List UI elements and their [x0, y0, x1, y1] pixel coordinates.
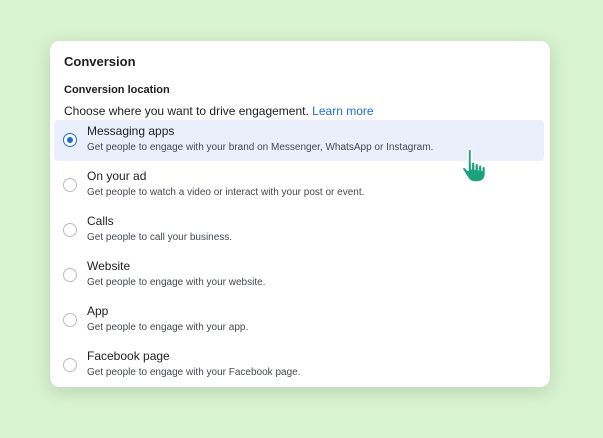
- panel-title: Conversion: [64, 54, 136, 69]
- option-title: App: [87, 304, 109, 318]
- option-description: Get people to engage with your Facebook …: [87, 367, 301, 378]
- hand-pointer-icon: [461, 148, 487, 183]
- radio-facebook-page[interactable]: [63, 358, 77, 372]
- instruction-text: Choose where you want to drive engagemen…: [64, 104, 374, 118]
- radio-on-your-ad[interactable]: [63, 178, 77, 192]
- radio-calls[interactable]: [63, 223, 77, 237]
- option-website[interactable]: Website Get people to engage with your w…: [54, 255, 544, 296]
- option-facebook-page[interactable]: Facebook page Get people to engage with …: [54, 345, 544, 386]
- option-title: Facebook page: [87, 349, 170, 363]
- learn-more-link[interactable]: Learn more: [312, 104, 373, 118]
- option-title: On your ad: [87, 169, 147, 183]
- option-title: Messaging apps: [87, 124, 175, 138]
- option-app[interactable]: App Get people to engage with your app.: [54, 300, 544, 341]
- option-description: Get people to engage with your app.: [87, 322, 249, 333]
- radio-messaging-apps[interactable]: [63, 133, 77, 147]
- instruction-label: Choose where you want to drive engagemen…: [64, 104, 309, 118]
- option-description: Get people to call your business.: [87, 232, 233, 243]
- option-calls[interactable]: Calls Get people to call your business.: [54, 210, 544, 251]
- option-description: Get people to engage with your website.: [87, 277, 266, 288]
- option-title: Calls: [87, 214, 114, 228]
- option-description: Get people to watch a video or interact …: [87, 187, 365, 198]
- conversion-panel: Conversion Conversion location Choose wh…: [50, 41, 550, 387]
- radio-app[interactable]: [63, 313, 77, 327]
- section-label: Conversion location: [64, 84, 170, 96]
- option-title: Website: [87, 259, 131, 273]
- radio-website[interactable]: [63, 268, 77, 282]
- option-description: Get people to engage with your brand on …: [87, 142, 434, 153]
